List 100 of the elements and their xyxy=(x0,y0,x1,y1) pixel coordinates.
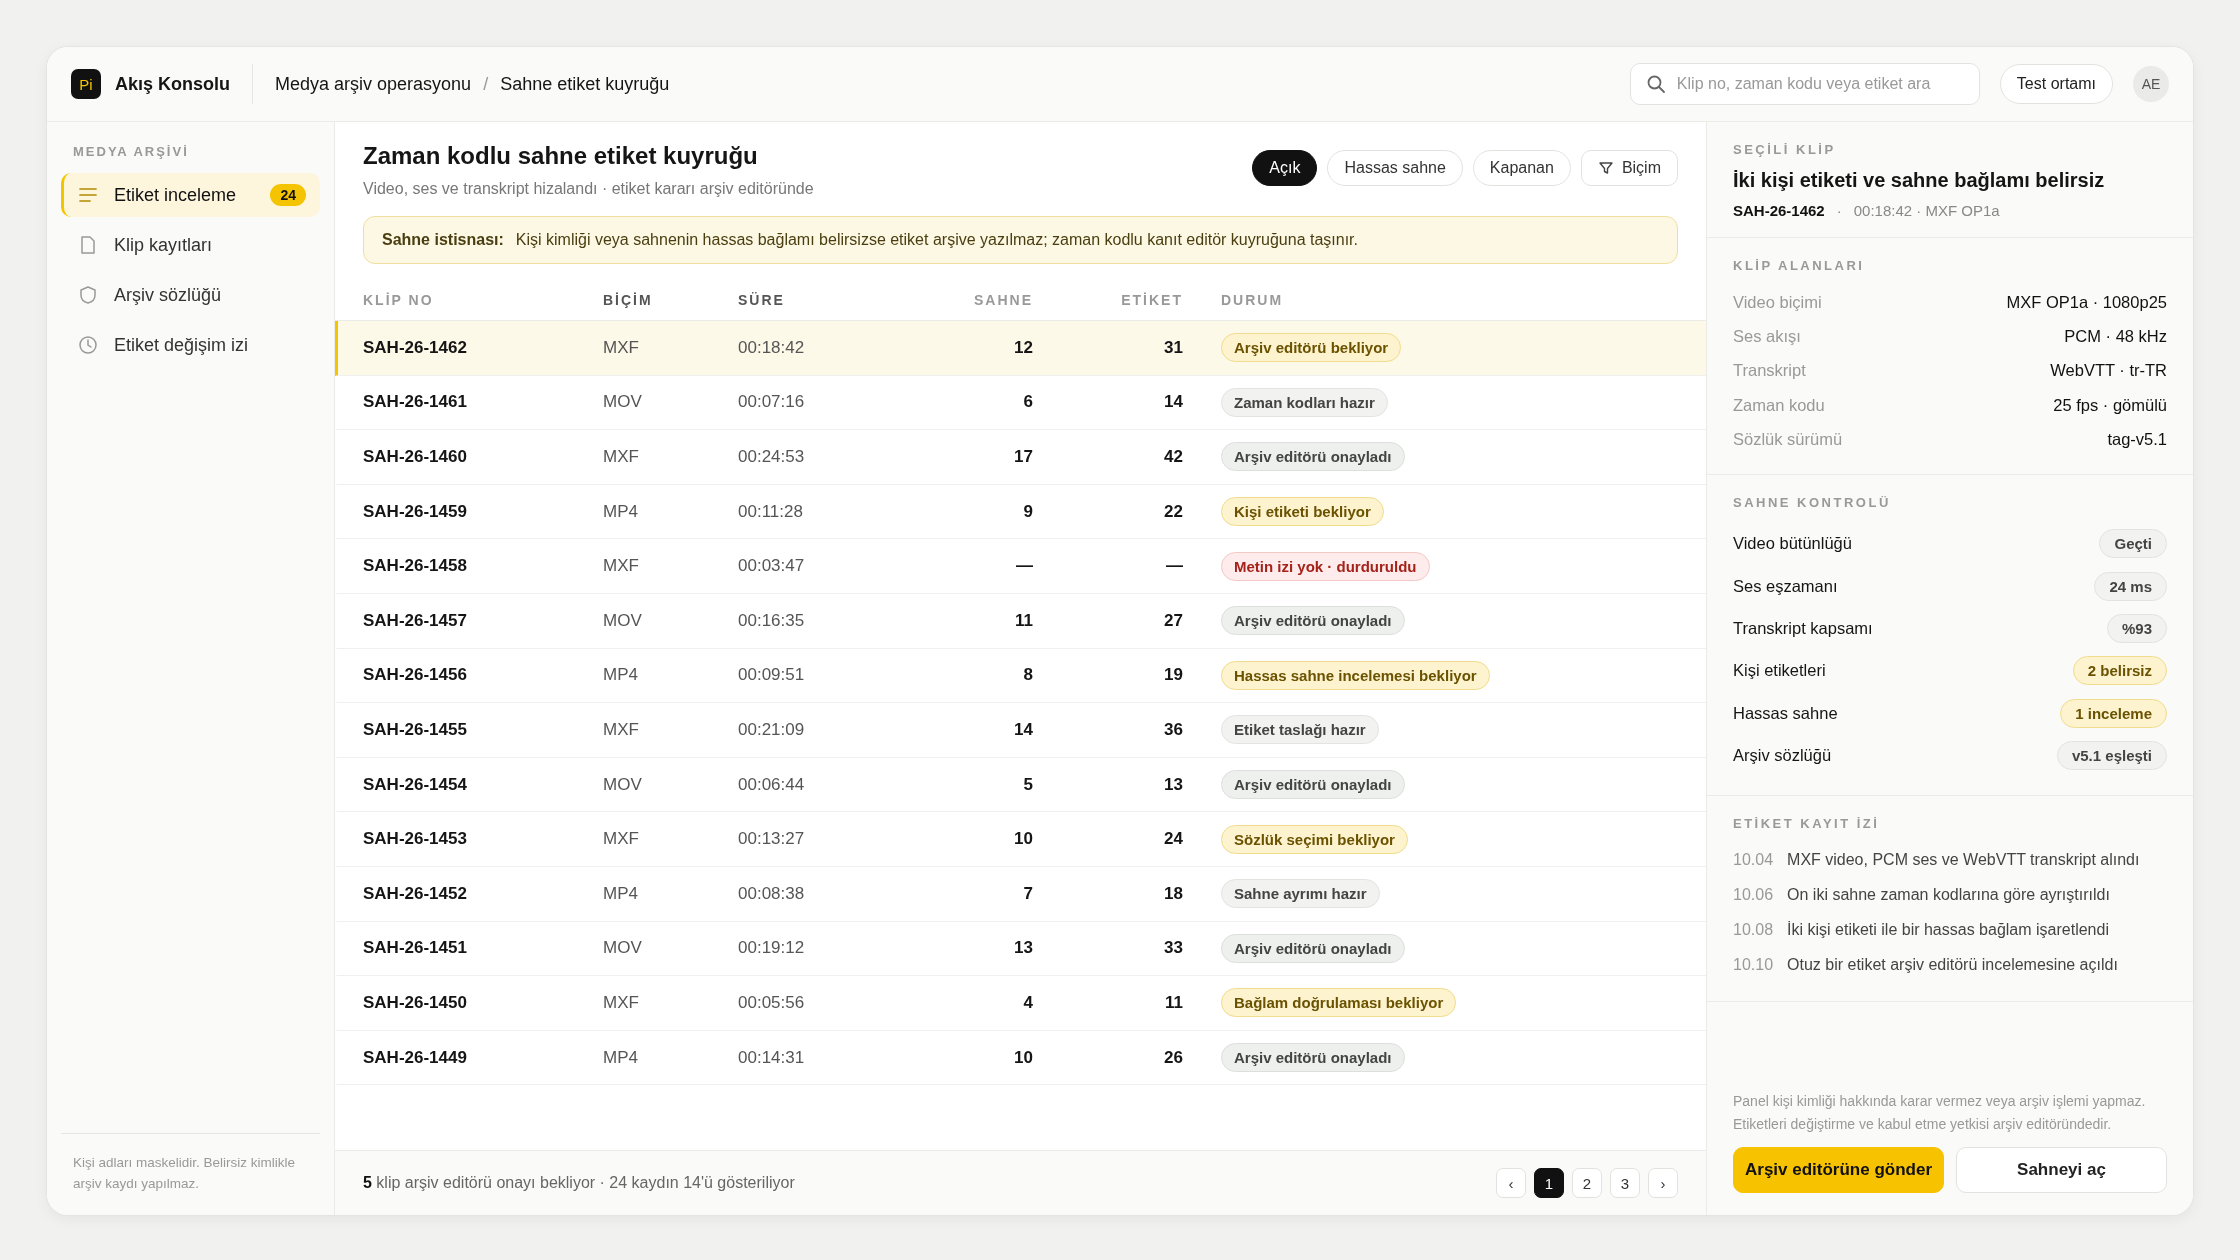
clock-icon xyxy=(78,335,98,355)
sidebar-item[interactable]: Arşiv sözlüğü xyxy=(61,273,320,317)
log-time: 10.06 xyxy=(1733,886,1774,905)
scene-count: 5 xyxy=(1022,774,1033,795)
environment-button[interactable]: Test ortamı xyxy=(1999,64,2113,104)
duration-cell-text: 00:13:27 xyxy=(738,829,806,850)
tag-count: 18 xyxy=(1163,883,1183,904)
table-row[interactable]: SAH-26-1457 MOV 00:16:35 11 27 Arşiv editörü onayladı xyxy=(335,593,1706,649)
table-row[interactable]: SAH-26-1461 MOV 00:07:16 6 14 Zaman kodları hazır xyxy=(335,375,1706,431)
clip-id: SAH-26-1453 xyxy=(363,829,468,850)
section-label: SAHNE KONTROLÜ xyxy=(1733,495,1892,511)
avatar[interactable]: AE xyxy=(2133,66,2169,102)
check-result: 24 ms xyxy=(2094,571,2167,601)
sidebar-item[interactable]: Etiket değişim izi xyxy=(61,323,320,367)
format-cell-text: MXF xyxy=(603,719,640,740)
table-row[interactable]: SAH-26-1456 MP4 00:09:51 8 19 Hassas sahne incelemesi bekliyor xyxy=(335,648,1706,704)
table-row[interactable]: SAH-26-1459 MP4 00:11:28 9 22 Kişi etiketi bekliyor xyxy=(335,484,1706,540)
clip-id: SAH-26-1460 xyxy=(363,447,468,467)
status-badge: Metin izi yok · durduruldu xyxy=(1221,551,1430,581)
page-title: Zaman kodlu sahne etiket kuyruğu xyxy=(363,142,759,170)
send-to-editor-button[interactable]: Arşiv editörüne gönder xyxy=(1733,1147,1944,1193)
filter-chip[interactable]: Açık xyxy=(1252,150,1318,186)
clip-title: İki kişi etiketi ve sahne bağlamı belirsiz xyxy=(1733,169,2106,192)
duration-cell-text: 00:09:51 xyxy=(738,665,806,686)
column-header: KLİP NO xyxy=(363,292,435,308)
scene-count: 7 xyxy=(1022,883,1033,904)
clip-id: SAH-26-1456 xyxy=(363,665,468,686)
search-field[interactable]: Klip no, zaman kodu veya etiket ara xyxy=(1629,63,1980,105)
page-button[interactable]: 3 xyxy=(1610,1168,1640,1198)
check-label: Hassas sahne xyxy=(1733,703,1838,723)
tag-count: 24 xyxy=(1163,829,1183,850)
filter-chip[interactable]: Hassas sahne xyxy=(1327,150,1463,186)
clip-id: SAH-26-1449 xyxy=(363,1047,468,1068)
field-label: Sözlük sürümü xyxy=(1733,429,1843,449)
clip-meta: 00:18:42 · MXF OP1a xyxy=(1853,202,2000,219)
next-page-button[interactable]: › xyxy=(1648,1168,1678,1198)
tag-count: 31 xyxy=(1163,337,1183,358)
status-badge: Hassas sahne incelemesi bekliyor xyxy=(1221,660,1490,690)
tag-count: 33 xyxy=(1163,938,1183,959)
table-row[interactable]: SAH-26-1462 MXF 00:18:42 12 31 Arşiv editörü bekliyor xyxy=(335,321,1706,376)
clip-id: SAH-26-1461 xyxy=(363,392,468,413)
status-badge: Etiket taslağı hazır xyxy=(1221,715,1379,745)
check-label: Video bütünlüğü xyxy=(1733,534,1852,554)
field-value: MXF OP1a · 1080p25 xyxy=(2006,292,2167,312)
format-cell-text: MXF xyxy=(603,829,640,850)
check-result: 2 belirsiz xyxy=(2072,656,2167,686)
scene-count: 17 xyxy=(1013,447,1033,467)
format-filter-button[interactable]: Biçim xyxy=(1580,150,1678,186)
breadcrumb-separator: / xyxy=(483,73,489,95)
clip-id: SAH-26-1451 xyxy=(363,938,468,959)
sidebar-item[interactable]: Klip kayıtları xyxy=(61,223,320,267)
field-label: Zaman kodu xyxy=(1733,395,1825,415)
table-row[interactable]: SAH-26-1460 MXF 00:24:53 17 42 Arşiv editörü onayladı xyxy=(335,430,1706,485)
duration-cell-text: 00:07:16 xyxy=(738,392,806,413)
breadcrumb-item[interactable]: Sahne etiket kuyruğu xyxy=(500,73,670,95)
status-badge: Bağlam doğrulaması bekliyor xyxy=(1221,988,1457,1018)
clip-id: SAH-26-1462 xyxy=(363,337,468,358)
page-button[interactable]: 2 xyxy=(1572,1168,1602,1198)
clip-id: SAH-26-1462 xyxy=(1733,202,1825,219)
check-result: v5.1 eşleşti xyxy=(2056,741,2167,771)
scene-count: 9 xyxy=(1022,501,1033,522)
duration-cell-text: 00:05:56 xyxy=(738,992,806,1013)
scene-count: 11 xyxy=(1014,610,1033,631)
previous-page-button[interactable]: ‹ xyxy=(1496,1168,1526,1198)
table-row[interactable]: SAH-26-1452 MP4 00:08:38 7 18 Sahne ayrımı hazır xyxy=(335,866,1706,922)
column-header: ETİKET xyxy=(1120,292,1183,308)
section-label: ETİKET KAYIT İZİ xyxy=(1733,815,1881,831)
page-button[interactable]: 1 xyxy=(1534,1168,1564,1198)
sidebar-item[interactable]: Etiket inceleme 24 xyxy=(61,173,320,217)
clip-id: SAH-26-1454 xyxy=(363,774,468,795)
check-result: %93 xyxy=(2106,613,2167,643)
status-badge: Sahne ayrımı hazır xyxy=(1221,879,1380,909)
table-row[interactable]: SAH-26-1450 MXF 00:05:56 4 11 Bağlam doğrulaması bekliyor xyxy=(335,976,1706,1031)
filter-chip[interactable]: Kapanan xyxy=(1472,150,1571,186)
column-header: SAHNE xyxy=(973,292,1033,308)
scene-count: 12 xyxy=(1013,337,1033,358)
tag-count: 42 xyxy=(1163,447,1183,467)
table-row[interactable]: SAH-26-1455 MXF 00:21:09 14 36 Etiket taslağı hazır xyxy=(335,703,1706,758)
check-label: Arşiv sözlüğü xyxy=(1733,746,1832,766)
column-header: SÜRE xyxy=(738,292,786,308)
table-row[interactable]: SAH-26-1453 MXF 00:13:27 10 24 Sözlük seçimi bekliyor xyxy=(335,812,1706,867)
column-header: BİÇİM xyxy=(603,292,654,308)
status-badge: Arşiv editörü onayladı xyxy=(1221,606,1405,636)
shield-icon xyxy=(78,285,98,305)
table-row[interactable]: SAH-26-1451 MOV 00:19:12 13 33 Arşiv editörü onayladı xyxy=(335,921,1706,977)
format-cell-text: MOV xyxy=(603,938,643,959)
column-header: DURUM xyxy=(1220,292,1285,308)
status-badge: Arşiv editörü onayladı xyxy=(1221,1043,1405,1072)
table-row[interactable]: SAH-26-1449 MP4 00:14:31 10 26 Arşiv editörü onayladı xyxy=(335,1030,1706,1086)
status-badge: Arşiv editörü onayladı xyxy=(1221,442,1405,472)
scene-count: 8 xyxy=(1022,665,1033,686)
section-label: KLİP ALANLARI xyxy=(1733,258,1866,273)
breadcrumb-item[interactable]: Medya arşiv operasyonu xyxy=(275,73,472,95)
open-scene-button[interactable]: Sahneyi aç xyxy=(1956,1147,2167,1193)
table-row[interactable]: SAH-26-1458 MXF 00:03:47 — — Metin izi yok · durduruldu xyxy=(335,539,1706,594)
status-badge: Kişi etiketi bekliyor xyxy=(1221,497,1384,527)
scene-count: 10 xyxy=(1013,1047,1033,1068)
clip-id: SAH-26-1450 xyxy=(363,992,468,1013)
log-entry: On iki sahne zaman kodlarına göre ayrıştırıldı xyxy=(1787,886,2110,905)
table-row[interactable]: SAH-26-1454 MOV 00:06:44 5 13 Arşiv editörü onayladı xyxy=(335,757,1706,813)
